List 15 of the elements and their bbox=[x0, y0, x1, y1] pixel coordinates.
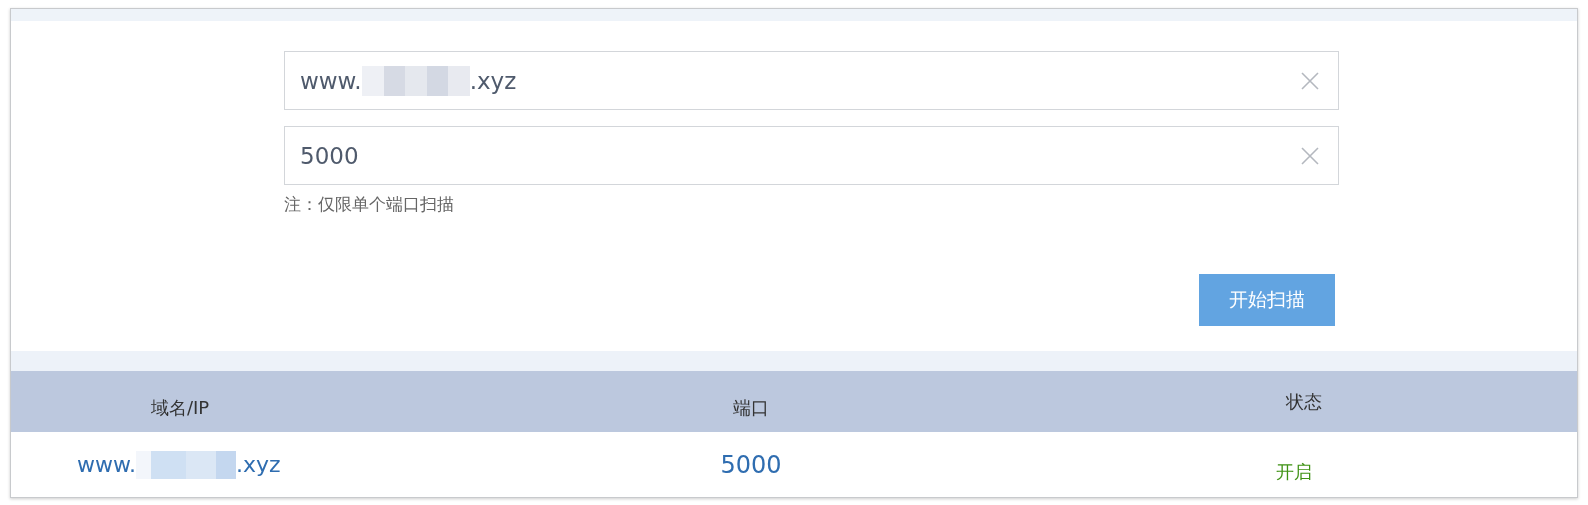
field-value: 5000 bbox=[300, 142, 359, 169]
port-text: 5000 bbox=[720, 450, 782, 479]
clear-icon[interactable] bbox=[1300, 71, 1320, 91]
status-text: 开启 bbox=[1276, 459, 1312, 484]
host-text: www. bbox=[77, 452, 136, 477]
column-header: 域名/IP bbox=[151, 396, 210, 420]
host-text: .xyz bbox=[235, 452, 281, 477]
field-value: .xyz bbox=[469, 67, 517, 94]
column-header: 状态 bbox=[1286, 389, 1322, 414]
host-field[interactable]: www. .xyz bbox=[284, 51, 1339, 110]
column-header: 端口 bbox=[733, 396, 769, 420]
port-field[interactable]: 5000 bbox=[284, 126, 1339, 185]
field-value: www. bbox=[300, 67, 362, 94]
clear-icon[interactable] bbox=[1300, 146, 1320, 166]
port-note: 注：仅限单个端口扫描 bbox=[284, 193, 455, 216]
